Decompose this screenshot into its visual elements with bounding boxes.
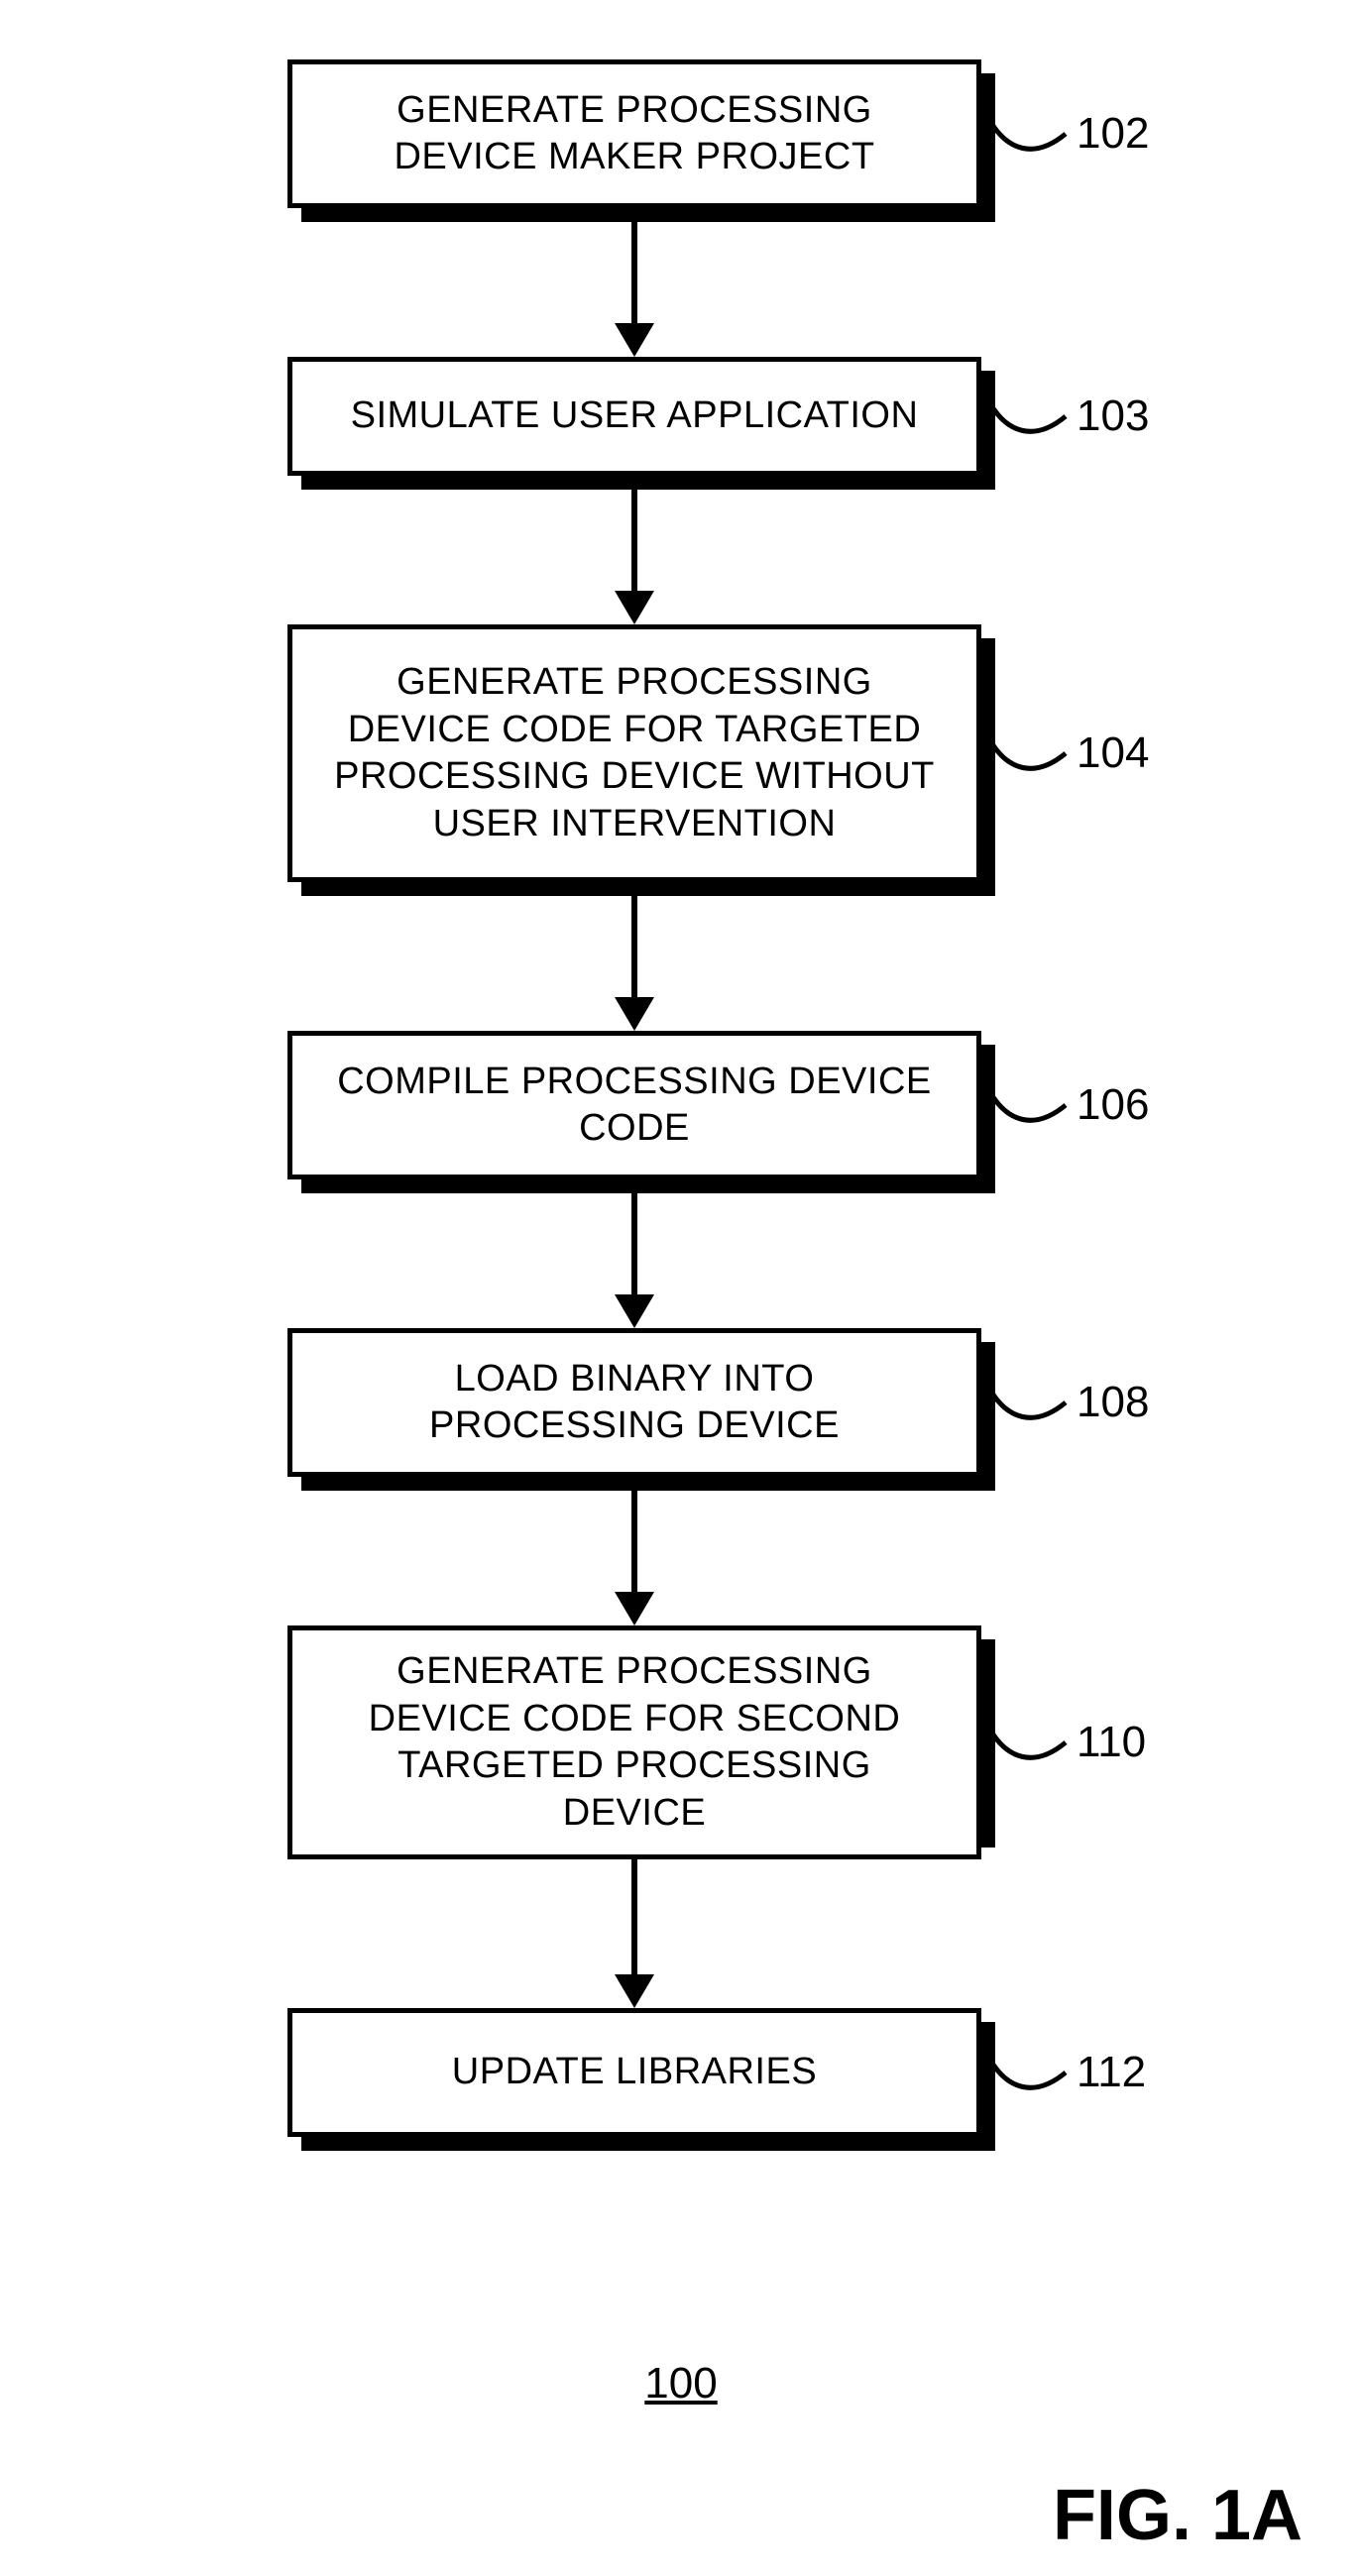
flow-arrow: [629, 882, 639, 1031]
flow-step: COMPILE PROCESSING DEVICE CODE106: [287, 1031, 981, 1179]
step-number-callout: 108: [981, 1373, 1149, 1432]
flow-arrow: [629, 476, 639, 624]
arrow-head-icon: [615, 1592, 654, 1625]
step-number-callout: 112: [981, 2043, 1146, 2102]
callout-tick-icon: [981, 387, 1071, 446]
flow-step-box: LOAD BINARY INTO PROCESSING DEVICE: [287, 1328, 981, 1477]
arrow-shaft: [631, 1477, 637, 1598]
callout-tick-icon: [981, 724, 1071, 783]
step-number-callout: 106: [981, 1075, 1149, 1135]
step-number-callout: 104: [981, 724, 1149, 783]
arrow-shaft: [631, 1859, 637, 1980]
step-number: 112: [1077, 2048, 1146, 2097]
flow-step: SIMULATE USER APPLICATION103: [287, 357, 981, 476]
step-number: 110: [1077, 1718, 1146, 1767]
step-number-callout: 102: [981, 104, 1149, 164]
arrow-shaft: [631, 208, 637, 329]
flowchart: GENERATE PROCESSING DEVICE MAKER PROJECT…: [139, 59, 1130, 2137]
step-number: 106: [1077, 1080, 1149, 1130]
flow-step-box: COMPILE PROCESSING DEVICE CODE: [287, 1031, 981, 1179]
callout-tick-icon: [981, 2043, 1071, 2102]
flow-step-box: GENERATE PROCESSING DEVICE MAKER PROJECT: [287, 59, 981, 208]
step-number: 103: [1077, 392, 1149, 441]
callout-tick-icon: [981, 1075, 1071, 1135]
step-number: 108: [1077, 1378, 1149, 1427]
flow-arrow: [629, 1179, 639, 1328]
arrow-shaft: [631, 476, 637, 597]
flow-arrow: [629, 208, 639, 357]
step-number-callout: 110: [981, 1713, 1146, 1772]
flow-step-box: UPDATE LIBRARIES: [287, 2008, 981, 2137]
callout-tick-icon: [981, 1373, 1071, 1432]
arrow-shaft: [631, 1179, 637, 1300]
flow-step-box: SIMULATE USER APPLICATION: [287, 357, 981, 476]
flow-arrow: [629, 1859, 639, 2008]
flow-step-box: GENERATE PROCESSING DEVICE CODE FOR TARG…: [287, 624, 981, 882]
step-number-callout: 103: [981, 387, 1149, 446]
arrow-head-icon: [615, 323, 654, 357]
flow-step: GENERATE PROCESSING DEVICE CODE FOR SECO…: [287, 1625, 981, 1859]
callout-tick-icon: [981, 104, 1071, 164]
figure-label: FIG. 1A: [1053, 2475, 1303, 2556]
diagram-reference-number: 100: [0, 2359, 1362, 2408]
page: GENERATE PROCESSING DEVICE MAKER PROJECT…: [0, 0, 1362, 2576]
flow-step: LOAD BINARY INTO PROCESSING DEVICE108: [287, 1328, 981, 1477]
flow-step: GENERATE PROCESSING DEVICE CODE FOR TARG…: [287, 624, 981, 882]
flow-step: GENERATE PROCESSING DEVICE MAKER PROJECT…: [287, 59, 981, 208]
arrow-head-icon: [615, 1294, 654, 1328]
callout-tick-icon: [981, 1713, 1071, 1772]
flow-arrow: [629, 1477, 639, 1625]
arrow-shaft: [631, 882, 637, 1003]
step-number: 104: [1077, 728, 1149, 778]
flow-step-box: GENERATE PROCESSING DEVICE CODE FOR SECO…: [287, 1625, 981, 1859]
flow-step: UPDATE LIBRARIES112: [287, 2008, 981, 2137]
step-number: 102: [1077, 109, 1149, 159]
arrow-head-icon: [615, 591, 654, 624]
arrow-head-icon: [615, 997, 654, 1031]
arrow-head-icon: [615, 1974, 654, 2008]
